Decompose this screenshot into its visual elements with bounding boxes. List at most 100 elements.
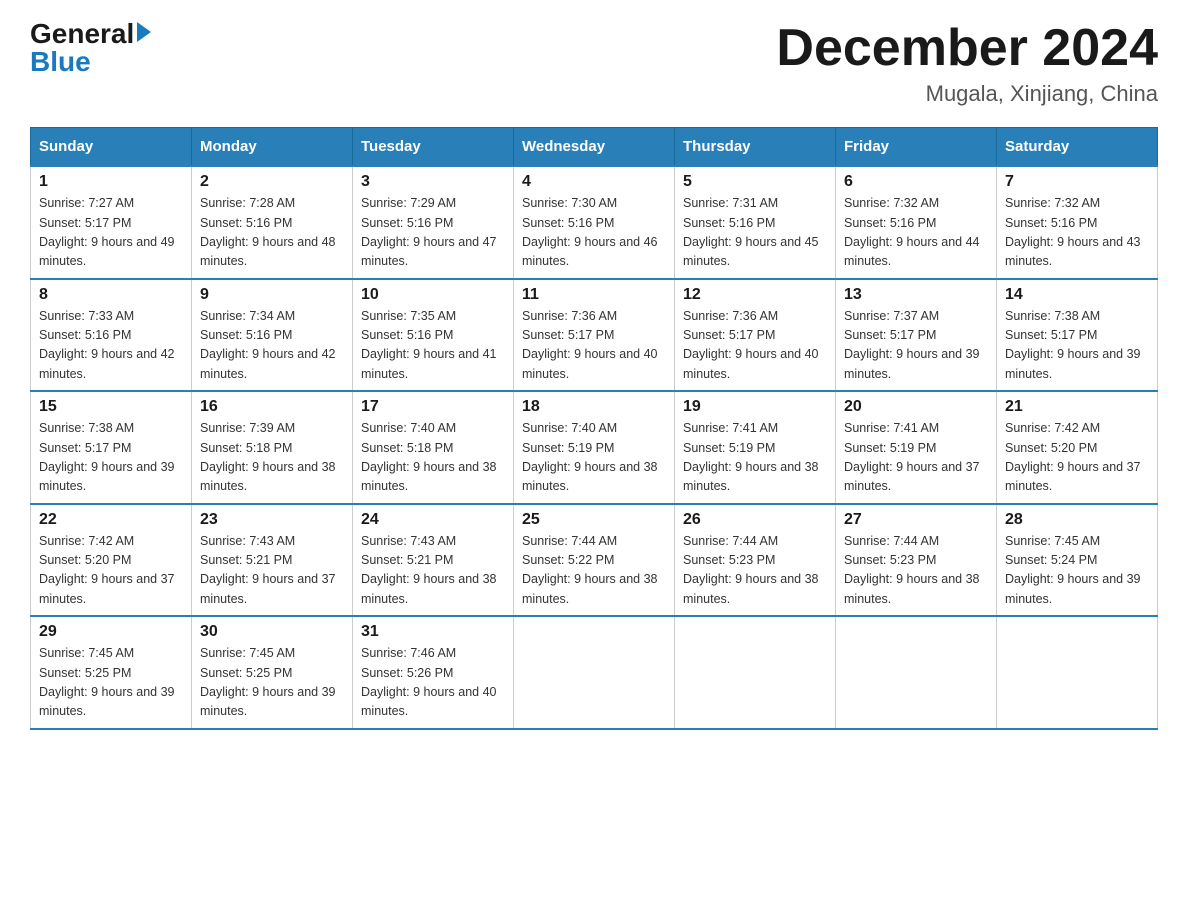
day-info: Sunrise: 7:41 AMSunset: 5:19 PMDaylight:… [844,421,980,493]
table-row: 9 Sunrise: 7:34 AMSunset: 5:16 PMDayligh… [192,279,353,392]
table-row: 19 Sunrise: 7:41 AMSunset: 5:19 PMDaylig… [675,391,836,504]
page-header: General Blue December 2024 Mugala, Xinji… [30,20,1158,107]
day-number: 13 [844,286,988,304]
day-info: Sunrise: 7:38 AMSunset: 5:17 PMDaylight:… [1005,309,1141,381]
week-row-4: 22 Sunrise: 7:42 AMSunset: 5:20 PMDaylig… [31,504,1158,617]
day-number: 16 [200,398,344,416]
table-row: 30 Sunrise: 7:45 AMSunset: 5:25 PMDaylig… [192,616,353,729]
day-number: 23 [200,511,344,529]
table-row: 31 Sunrise: 7:46 AMSunset: 5:26 PMDaylig… [353,616,514,729]
day-info: Sunrise: 7:39 AMSunset: 5:18 PMDaylight:… [200,421,336,493]
day-info: Sunrise: 7:45 AMSunset: 5:25 PMDaylight:… [39,646,175,718]
table-row: 6 Sunrise: 7:32 AMSunset: 5:16 PMDayligh… [836,166,997,279]
day-info: Sunrise: 7:28 AMSunset: 5:16 PMDaylight:… [200,196,336,268]
header-tuesday: Tuesday [353,128,514,167]
logo-general-text: General [30,20,134,48]
table-row: 23 Sunrise: 7:43 AMSunset: 5:21 PMDaylig… [192,504,353,617]
table-row: 13 Sunrise: 7:37 AMSunset: 5:17 PMDaylig… [836,279,997,392]
day-number: 27 [844,511,988,529]
table-row: 1 Sunrise: 7:27 AMSunset: 5:17 PMDayligh… [31,166,192,279]
day-number: 17 [361,398,505,416]
day-number: 2 [200,173,344,191]
day-info: Sunrise: 7:35 AMSunset: 5:16 PMDaylight:… [361,309,497,381]
day-number: 30 [200,623,344,641]
day-number: 19 [683,398,827,416]
table-row: 4 Sunrise: 7:30 AMSunset: 5:16 PMDayligh… [514,166,675,279]
table-row: 5 Sunrise: 7:31 AMSunset: 5:16 PMDayligh… [675,166,836,279]
day-info: Sunrise: 7:32 AMSunset: 5:16 PMDaylight:… [844,196,980,268]
table-row [836,616,997,729]
day-number: 3 [361,173,505,191]
day-number: 25 [522,511,666,529]
table-row: 15 Sunrise: 7:38 AMSunset: 5:17 PMDaylig… [31,391,192,504]
day-info: Sunrise: 7:41 AMSunset: 5:19 PMDaylight:… [683,421,819,493]
logo-blue-text: Blue [30,48,91,76]
title-section: December 2024 Mugala, Xinjiang, China [776,20,1158,107]
day-number: 7 [1005,173,1149,191]
table-row: 11 Sunrise: 7:36 AMSunset: 5:17 PMDaylig… [514,279,675,392]
page-title: December 2024 [776,20,1158,77]
day-info: Sunrise: 7:36 AMSunset: 5:17 PMDaylight:… [522,309,658,381]
table-row: 18 Sunrise: 7:40 AMSunset: 5:19 PMDaylig… [514,391,675,504]
logo-arrow-icon [137,22,151,42]
header-saturday: Saturday [997,128,1158,167]
day-info: Sunrise: 7:34 AMSunset: 5:16 PMDaylight:… [200,309,336,381]
day-info: Sunrise: 7:36 AMSunset: 5:17 PMDaylight:… [683,309,819,381]
day-info: Sunrise: 7:37 AMSunset: 5:17 PMDaylight:… [844,309,980,381]
table-row: 24 Sunrise: 7:43 AMSunset: 5:21 PMDaylig… [353,504,514,617]
day-info: Sunrise: 7:44 AMSunset: 5:23 PMDaylight:… [844,534,980,606]
day-info: Sunrise: 7:27 AMSunset: 5:17 PMDaylight:… [39,196,175,268]
day-number: 1 [39,173,183,191]
table-row: 28 Sunrise: 7:45 AMSunset: 5:24 PMDaylig… [997,504,1158,617]
day-number: 12 [683,286,827,304]
day-number: 20 [844,398,988,416]
day-info: Sunrise: 7:29 AMSunset: 5:16 PMDaylight:… [361,196,497,268]
table-row: 16 Sunrise: 7:39 AMSunset: 5:18 PMDaylig… [192,391,353,504]
table-row [997,616,1158,729]
day-number: 18 [522,398,666,416]
header-row: SundayMondayTuesdayWednesdayThursdayFrid… [31,128,1158,167]
page-subtitle: Mugala, Xinjiang, China [776,81,1158,107]
logo: General Blue [30,20,151,76]
table-row: 12 Sunrise: 7:36 AMSunset: 5:17 PMDaylig… [675,279,836,392]
calendar-table: SundayMondayTuesdayWednesdayThursdayFrid… [30,127,1158,730]
table-row: 7 Sunrise: 7:32 AMSunset: 5:16 PMDayligh… [997,166,1158,279]
table-row: 10 Sunrise: 7:35 AMSunset: 5:16 PMDaylig… [353,279,514,392]
day-info: Sunrise: 7:32 AMSunset: 5:16 PMDaylight:… [1005,196,1141,268]
week-row-5: 29 Sunrise: 7:45 AMSunset: 5:25 PMDaylig… [31,616,1158,729]
day-info: Sunrise: 7:43 AMSunset: 5:21 PMDaylight:… [361,534,497,606]
day-info: Sunrise: 7:40 AMSunset: 5:19 PMDaylight:… [522,421,658,493]
day-info: Sunrise: 7:43 AMSunset: 5:21 PMDaylight:… [200,534,336,606]
table-row: 8 Sunrise: 7:33 AMSunset: 5:16 PMDayligh… [31,279,192,392]
day-info: Sunrise: 7:31 AMSunset: 5:16 PMDaylight:… [683,196,819,268]
week-row-1: 1 Sunrise: 7:27 AMSunset: 5:17 PMDayligh… [31,166,1158,279]
day-number: 21 [1005,398,1149,416]
table-row: 21 Sunrise: 7:42 AMSunset: 5:20 PMDaylig… [997,391,1158,504]
day-info: Sunrise: 7:44 AMSunset: 5:22 PMDaylight:… [522,534,658,606]
table-row: 20 Sunrise: 7:41 AMSunset: 5:19 PMDaylig… [836,391,997,504]
day-number: 31 [361,623,505,641]
day-number: 6 [844,173,988,191]
day-info: Sunrise: 7:40 AMSunset: 5:18 PMDaylight:… [361,421,497,493]
week-row-2: 8 Sunrise: 7:33 AMSunset: 5:16 PMDayligh… [31,279,1158,392]
day-number: 4 [522,173,666,191]
table-row [514,616,675,729]
day-info: Sunrise: 7:30 AMSunset: 5:16 PMDaylight:… [522,196,658,268]
table-row: 26 Sunrise: 7:44 AMSunset: 5:23 PMDaylig… [675,504,836,617]
table-row: 14 Sunrise: 7:38 AMSunset: 5:17 PMDaylig… [997,279,1158,392]
table-row: 2 Sunrise: 7:28 AMSunset: 5:16 PMDayligh… [192,166,353,279]
header-sunday: Sunday [31,128,192,167]
day-number: 5 [683,173,827,191]
day-number: 29 [39,623,183,641]
day-info: Sunrise: 7:45 AMSunset: 5:24 PMDaylight:… [1005,534,1141,606]
day-info: Sunrise: 7:33 AMSunset: 5:16 PMDaylight:… [39,309,175,381]
header-monday: Monday [192,128,353,167]
table-row: 3 Sunrise: 7:29 AMSunset: 5:16 PMDayligh… [353,166,514,279]
day-info: Sunrise: 7:42 AMSunset: 5:20 PMDaylight:… [1005,421,1141,493]
day-info: Sunrise: 7:46 AMSunset: 5:26 PMDaylight:… [361,646,497,718]
table-row: 25 Sunrise: 7:44 AMSunset: 5:22 PMDaylig… [514,504,675,617]
table-row [675,616,836,729]
day-number: 9 [200,286,344,304]
day-number: 8 [39,286,183,304]
day-number: 11 [522,286,666,304]
